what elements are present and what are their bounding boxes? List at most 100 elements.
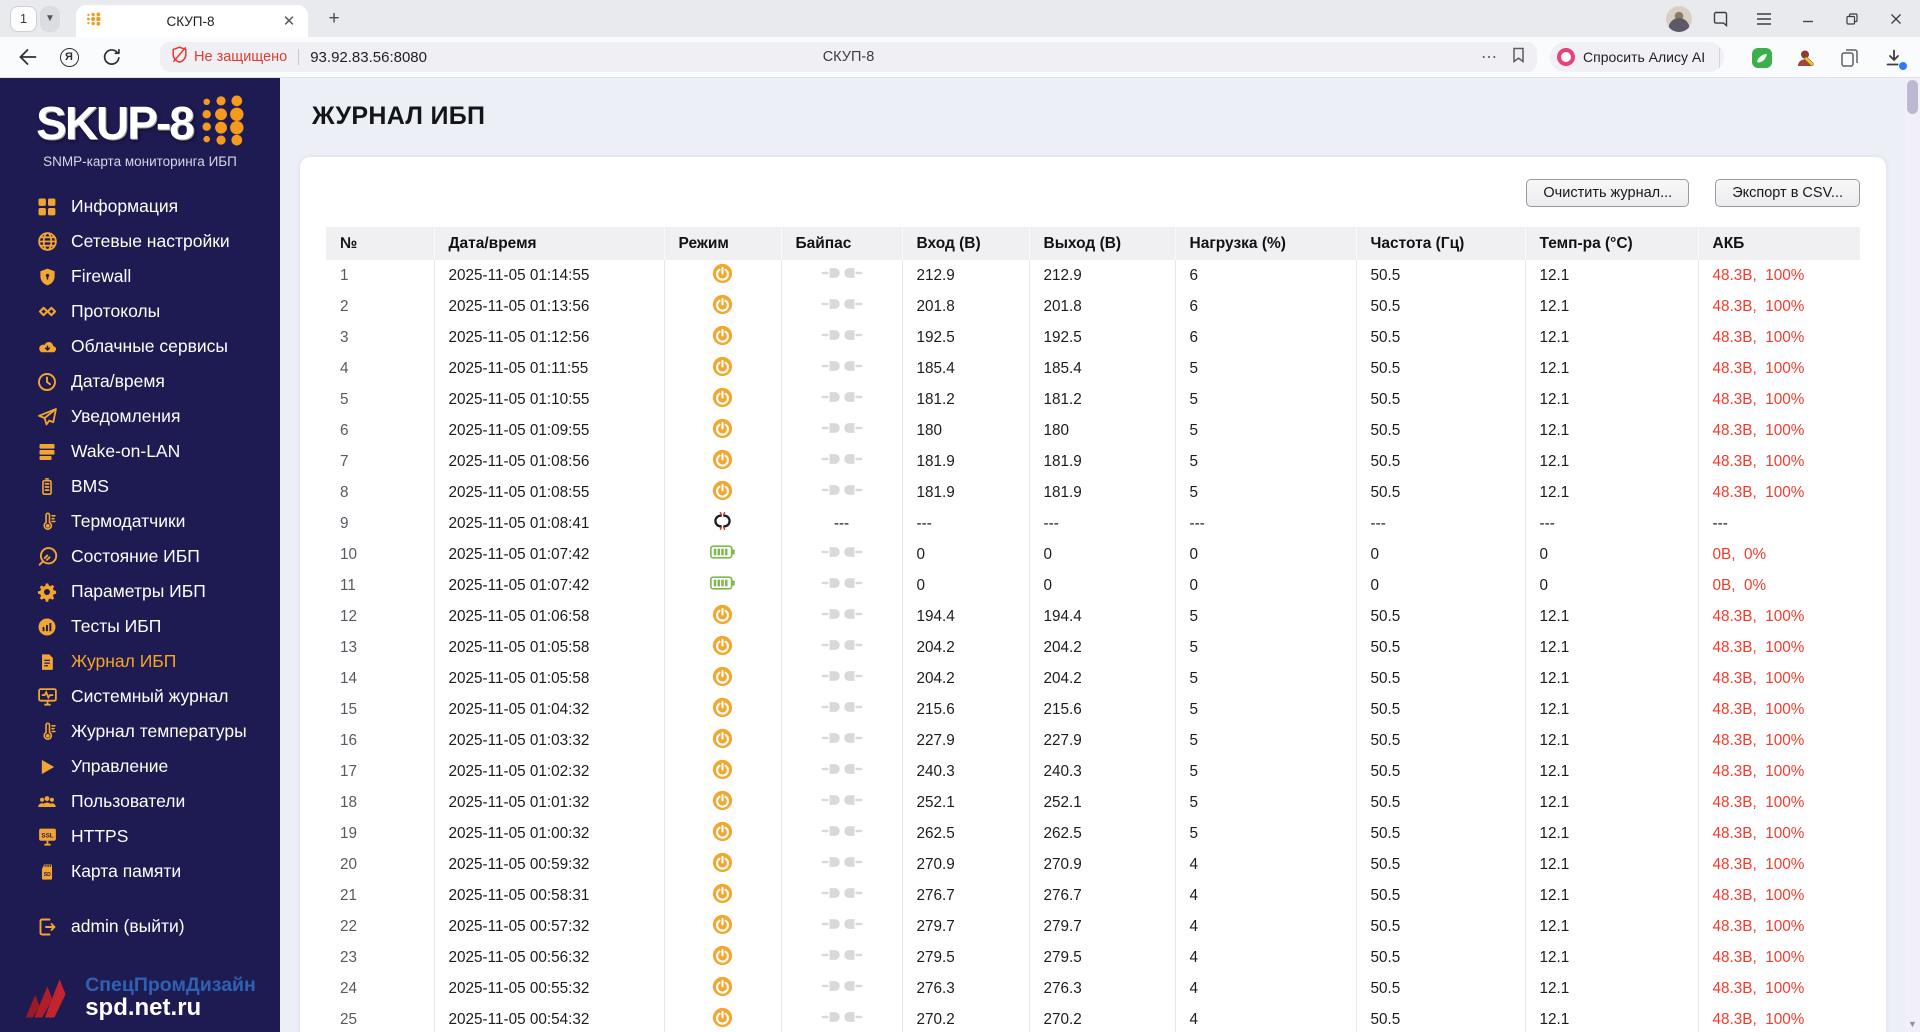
back-icon[interactable]: [12, 42, 42, 72]
sidebar-item-notifications[interactable]: Уведомления: [0, 399, 280, 434]
column-header-5: Выход (В): [1029, 227, 1176, 260]
sidebar-item-firewall[interactable]: Firewall: [0, 259, 280, 294]
alice-button[interactable]: Спросить Алису AI: [1550, 42, 1724, 72]
sidebar-item-ups-state[interactable]: Состояние ИБП: [0, 539, 280, 574]
cell-input-voltage: ---: [902, 508, 1030, 539]
restore-icon[interactable]: [1836, 4, 1868, 34]
battery-mode-icon: [710, 576, 735, 595]
sidebar-item-temperature-log[interactable]: Журнал температуры: [0, 714, 280, 749]
page-scrollbar[interactable]: ▼: [1905, 78, 1920, 1032]
side-panel-icon[interactable]: [1704, 4, 1736, 34]
cell-datetime: 2025-11-05 01:02:32: [434, 756, 665, 787]
cell-number: 12: [326, 601, 435, 632]
tab-group-counter[interactable]: 1: [10, 5, 37, 32]
close-icon[interactable]: [1880, 4, 1912, 34]
power-icon: [712, 480, 733, 505]
sidebar-item-wake-on-lan[interactable]: Wake-on-LAN: [0, 434, 280, 469]
sidebar-item-users[interactable]: Пользователи: [0, 784, 280, 819]
power-icon: [712, 387, 733, 412]
tab-close-icon[interactable]: ✕: [280, 12, 298, 30]
sidebar-item-label: BMS: [71, 476, 109, 496]
sidebar-item-label: Журнал ИБП: [71, 651, 177, 671]
cell-number: 3: [326, 322, 435, 353]
cell-mode: [664, 1004, 782, 1032]
sidebar-item-thermo-sensors[interactable]: Термодатчики: [0, 504, 280, 539]
cell-bypass: [781, 849, 903, 880]
sidebar-item-date-time[interactable]: Дата/время: [0, 364, 280, 399]
cell-load: 5: [1175, 632, 1357, 663]
plug-pair-icon: [821, 361, 863, 378]
avatar[interactable]: [1666, 5, 1692, 32]
address-bar[interactable]: Не защищено 93.92.83.56:8080 СКУП-8 ⋯: [160, 42, 1537, 72]
sidebar-item-protocols[interactable]: Протоколы: [0, 294, 280, 329]
scrollbar-down-icon[interactable]: ▼: [1905, 1019, 1920, 1029]
new-tab-button[interactable]: +: [322, 7, 346, 31]
sidebar-item-control[interactable]: Управление: [0, 749, 280, 784]
cell-bypass: [781, 601, 903, 632]
table-row: 19 2025-11-05 01:00:32 262.5 262.5 5 50.5 12.1…: [326, 818, 1860, 849]
sidebar-item-memory-card[interactable]: SD Карта памяти: [0, 854, 280, 889]
clear-log-button[interactable]: Очистить журнал...: [1526, 179, 1690, 207]
sidebar-item-network-settings[interactable]: Сетевые настройки: [0, 224, 280, 259]
extension-green-icon[interactable]: [1746, 42, 1778, 74]
plug-pair-icon: [821, 299, 863, 316]
more-icon[interactable]: ⋯: [1481, 47, 1498, 67]
chart-circle-icon: [36, 616, 58, 638]
sidebar-item-information[interactable]: Информация: [0, 189, 280, 224]
extension-editor-icon[interactable]: [1790, 42, 1822, 74]
sidebar-menu: Информация Сетевые настройки Firewall Прото…: [0, 189, 280, 889]
browser-tab[interactable]: СКУП-8 ✕: [76, 5, 308, 37]
sidebar-item-bms[interactable]: BMS: [0, 469, 280, 504]
cell-frequency: 50.5: [1356, 632, 1526, 663]
cell-battery: 48.3В, 100%: [1712, 824, 1805, 842]
bookmark-icon[interactable]: [1512, 47, 1525, 68]
cell-load: 5: [1175, 694, 1357, 725]
sidebar-item-ups-log[interactable]: Журнал ИБП: [0, 644, 280, 679]
cell-input-voltage: 181.9: [902, 477, 1030, 508]
cell-bypass: [781, 694, 903, 725]
cell-mode: [664, 973, 782, 1004]
sidebar-item-https[interactable]: SSL HTTPS: [0, 819, 280, 854]
table-row: 8 2025-11-05 01:08:55 181.9 181.9 5 50.5 12.1 4…: [326, 477, 1860, 508]
power-icon: [712, 666, 733, 691]
sidebar-item-system-log[interactable]: Системный журнал: [0, 679, 280, 714]
battery-mode-icon: [710, 545, 735, 564]
cell-battery: 48.3В, 100%: [1712, 762, 1805, 780]
cell-number: 20: [326, 849, 435, 880]
cell-input-voltage: 194.4: [902, 601, 1030, 632]
power-icon: [712, 263, 733, 288]
sidebar-item-logout[interactable]: admin (выйти): [0, 909, 280, 944]
sidebar-item-ups-tests[interactable]: Тесты ИБП: [0, 609, 280, 644]
cell-datetime: 2025-11-05 01:13:56: [434, 291, 665, 322]
export-csv-button[interactable]: Экспорт в CSV...: [1715, 179, 1860, 207]
cell-frequency: 50.5: [1356, 880, 1526, 911]
cell-temperature: 0: [1525, 570, 1699, 601]
sidebar-item-label: Информация: [71, 196, 179, 216]
extension-copy-icon[interactable]: [1834, 42, 1866, 74]
sidebar-item-label: Сетевые настройки: [71, 231, 230, 251]
shield-warning-icon[interactable]: [172, 46, 187, 68]
sd-card-icon: SD: [36, 861, 58, 883]
grid-icon: [36, 196, 58, 218]
table-row: 13 2025-11-05 01:05:58 204.2 204.2 5 50.5 12.1…: [326, 632, 1860, 663]
menu-icon[interactable]: [1748, 4, 1780, 34]
cell-bypass: [781, 570, 903, 601]
cell-number: 21: [326, 880, 435, 911]
sidebar-item-ups-params[interactable]: Параметры ИБП: [0, 574, 280, 609]
minimize-icon[interactable]: [1792, 4, 1824, 34]
cell-battery: 48.3В, 100%: [1712, 886, 1805, 904]
power-icon: [712, 418, 733, 443]
cell-temperature: 12.1: [1525, 415, 1699, 446]
refresh-icon[interactable]: [96, 42, 126, 72]
scrollbar-thumb[interactable]: [1907, 80, 1918, 114]
power-icon: [712, 821, 733, 846]
sidebar-item-label: Системный журнал: [71, 686, 229, 706]
download-icon[interactable]: [1878, 42, 1910, 74]
sidebar-item-cloud-services[interactable]: Облачные сервисы: [0, 329, 280, 364]
table-row: 7 2025-11-05 01:08:56 181.9 181.9 5 50.5 12.1 4…: [326, 446, 1860, 477]
cell-load: ---: [1175, 508, 1357, 539]
cell-output-voltage: 194.4: [1029, 601, 1176, 632]
chevron-down-icon[interactable]: ▼: [40, 5, 60, 32]
yandex-icon[interactable]: Я: [54, 42, 84, 72]
cell-input-voltage: 180: [902, 415, 1030, 446]
